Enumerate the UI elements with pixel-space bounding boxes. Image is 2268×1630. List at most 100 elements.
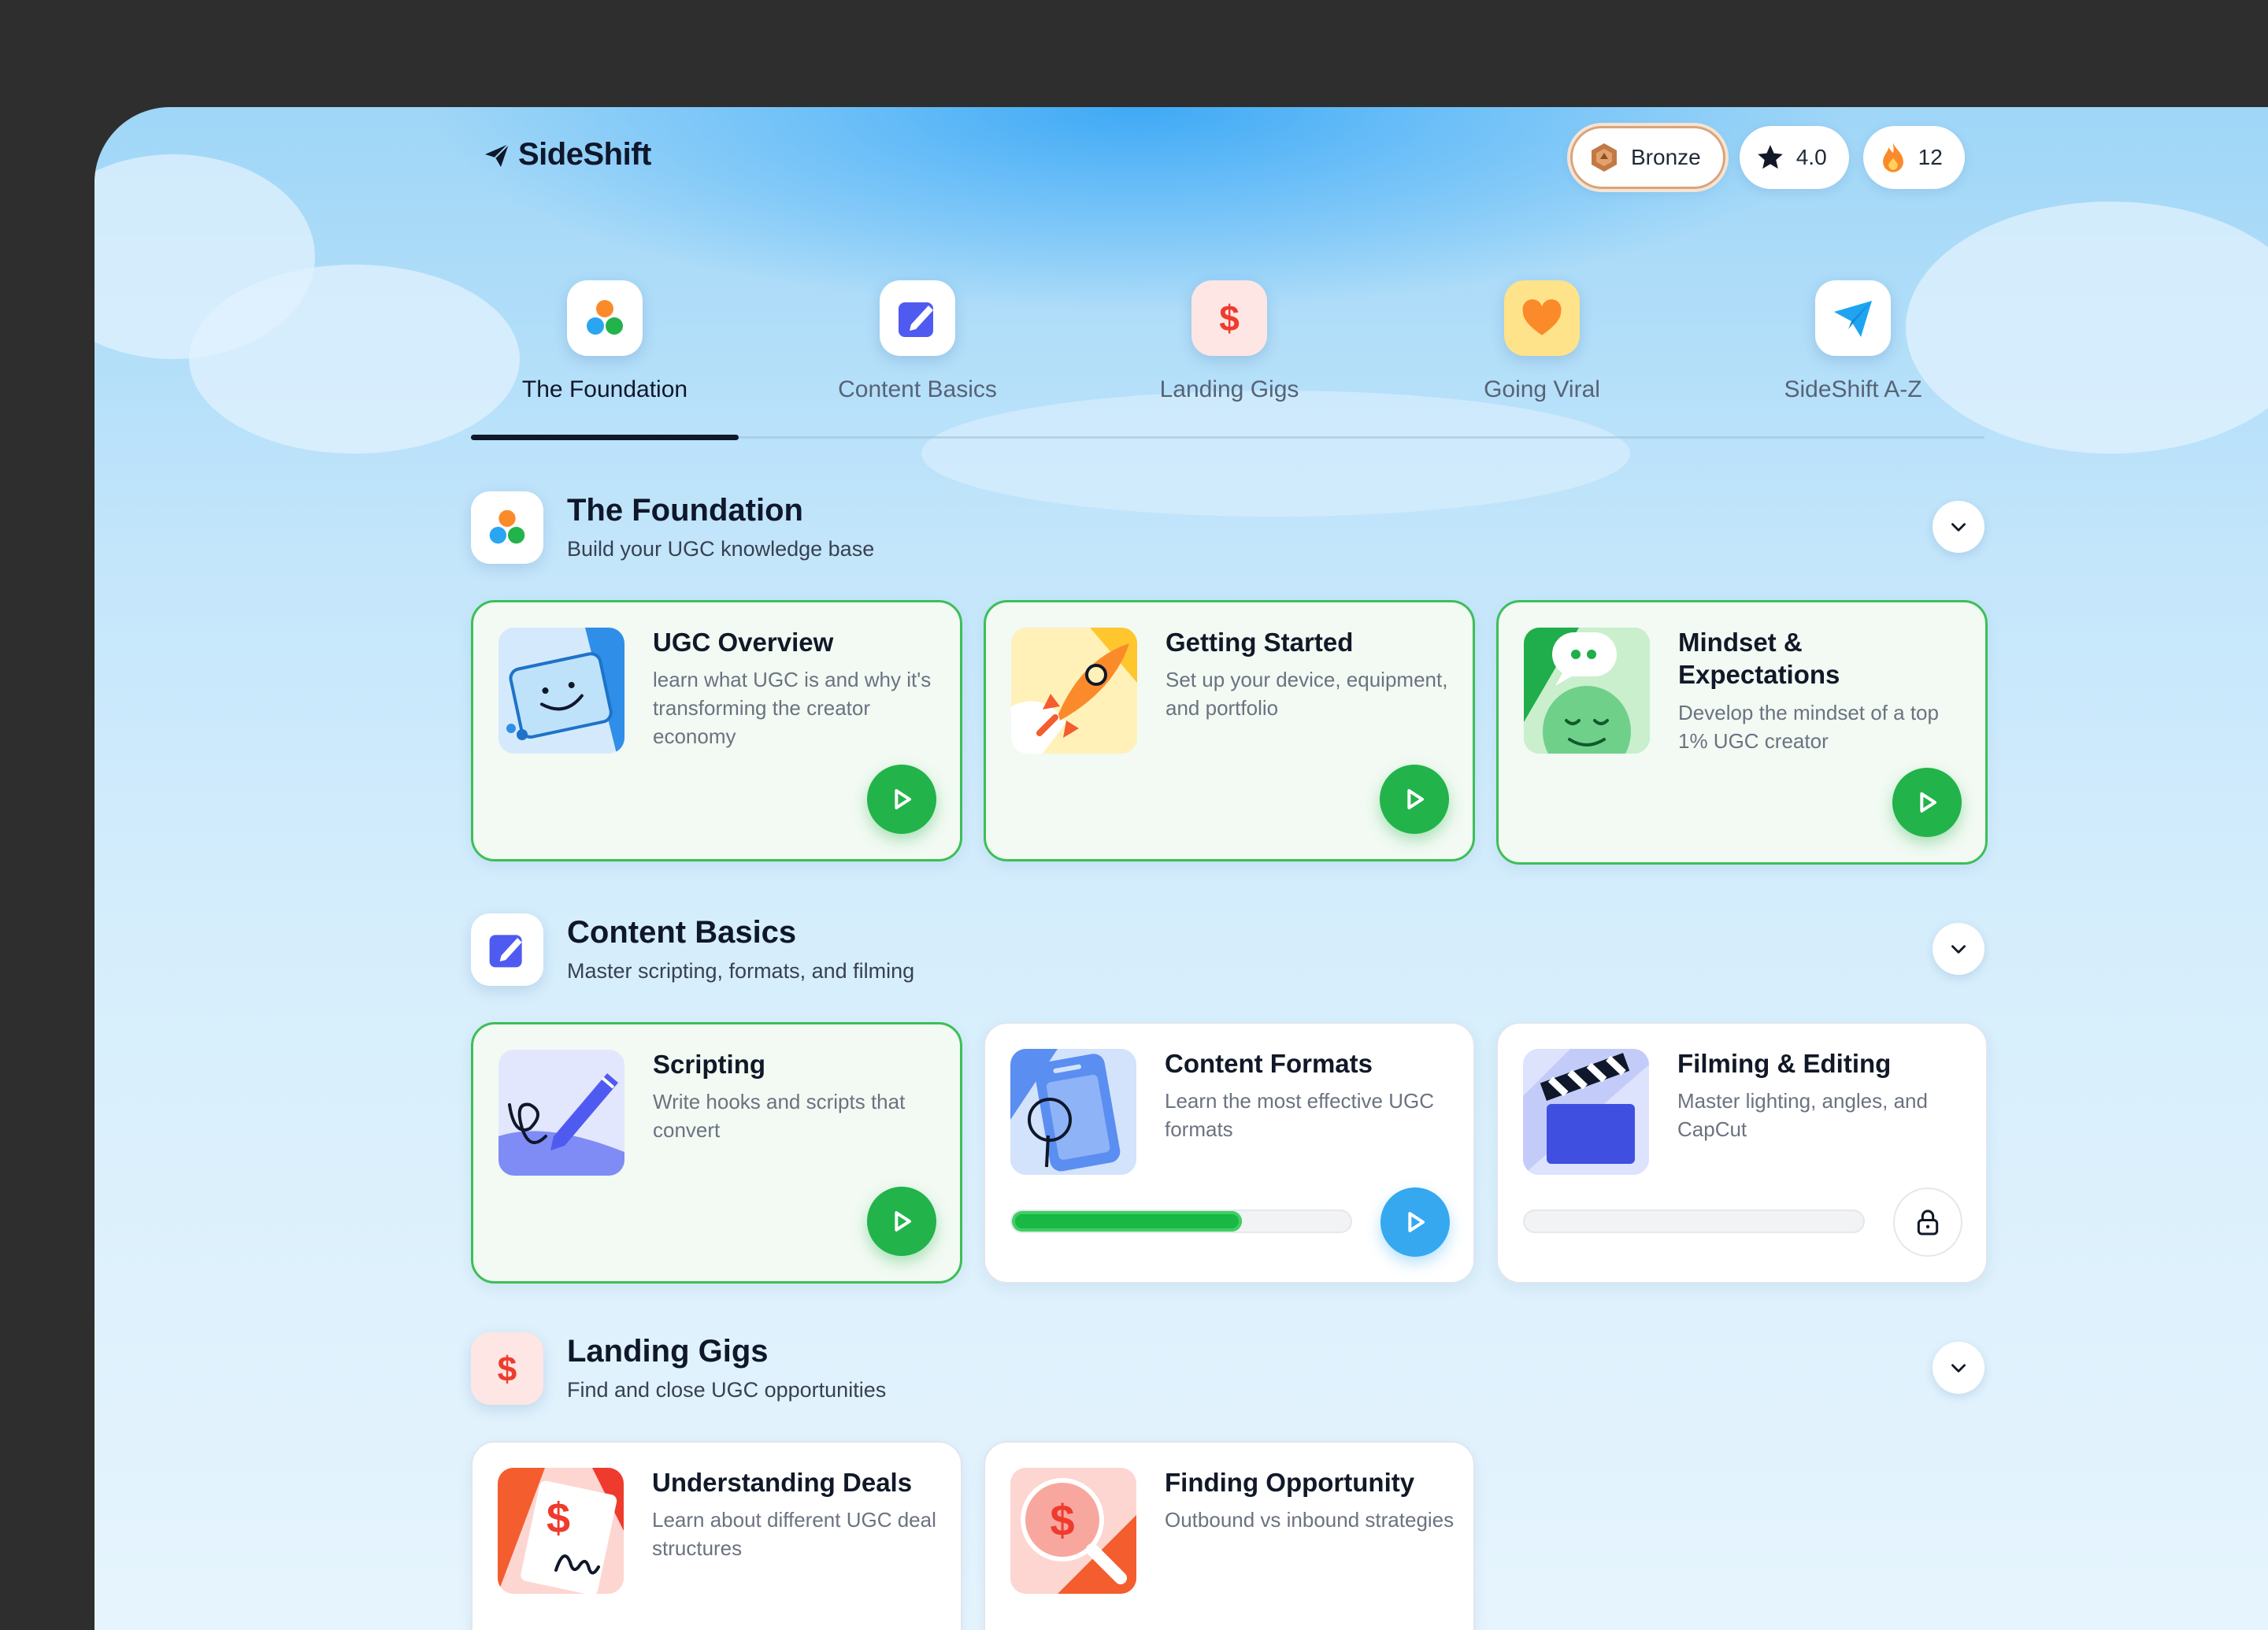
lesson-description: Learn about different UGC deal structure…	[652, 1508, 936, 1560]
section-icon: $	[471, 1332, 543, 1405]
play-button[interactable]	[1380, 765, 1449, 834]
lesson-card-filming-editing[interactable]: Filming & Editing Master lighting, angle…	[1496, 1022, 1988, 1284]
dots-icon	[489, 509, 525, 544]
magnifier-dollar-icon: $	[1010, 1468, 1136, 1594]
lesson-title: Finding Opportunity	[1165, 1468, 1415, 1497]
lesson-card-understanding-deals[interactable]: $ Understanding Deals Learn about differ…	[471, 1441, 962, 1630]
tab-label: Content Basics	[838, 376, 997, 402]
lesson-card-scripting[interactable]: Scripting Write hooks and scripts that c…	[471, 1022, 962, 1284]
section-header-foundation: The Foundation Build your UGC knowledge …	[471, 491, 1984, 570]
progress-bar	[1523, 1210, 1865, 1233]
lesson-card-ugc-overview[interactable]: UGC Overview learn what UGC is and why i…	[471, 600, 962, 861]
tier-badge[interactable]: Bronze	[1570, 126, 1725, 189]
chevron-down-icon	[1951, 523, 1966, 532]
tab-landing-gigs[interactable]: $ Landing Gigs	[1095, 280, 1363, 403]
dollar-icon: $	[1219, 298, 1240, 339]
tab-going-viral[interactable]: Going Viral	[1408, 280, 1676, 403]
section-header-content-basics: Content Basics Master scripting, formats…	[471, 913, 1984, 992]
play-button[interactable]	[867, 765, 936, 834]
phone-icon	[1010, 1049, 1136, 1175]
section-title: Content Basics	[567, 915, 797, 950]
tab-label: Going Viral	[1484, 376, 1600, 402]
tab-sideshift-a-z[interactable]: SideShift A-Z	[1719, 280, 1987, 403]
lesson-title: Understanding Deals	[652, 1468, 913, 1497]
collapse-button[interactable]	[1933, 501, 1984, 553]
lesson-description: Set up your device, equipment, and portf…	[1166, 668, 1448, 720]
pen-signature-icon	[498, 1050, 624, 1176]
section-subtitle: Build your UGC knowledge base	[567, 537, 875, 561]
section-title: The Foundation	[567, 493, 803, 528]
paper-plane-icon	[1834, 301, 1872, 337]
rocket-icon	[1011, 628, 1137, 754]
section-subtitle: Find and close UGC opportunities	[567, 1378, 887, 1402]
lesson-title: Content Formats	[1165, 1049, 1373, 1078]
play-button[interactable]	[867, 1187, 936, 1256]
lesson-thumbnail	[498, 1050, 624, 1176]
lesson-description: learn what UGC is and why it's transform…	[653, 668, 932, 748]
lesson-card-finding-opportunity[interactable]: $ Finding Opportunity Outbound vs inboun…	[984, 1441, 1475, 1630]
chevron-down-icon	[1951, 945, 1966, 954]
lesson-description: Master lighting, angles, and CapCut	[1677, 1089, 1928, 1141]
lesson-thumbnail	[498, 628, 624, 754]
play-icon	[1920, 792, 1936, 813]
brand-name: SideShift	[518, 137, 651, 172]
edit-icon	[489, 935, 522, 968]
play-icon	[895, 1211, 911, 1232]
rating-value: 4.0	[1796, 145, 1827, 169]
section-header-landing-gigs: $ Landing Gigs Find and close UGC opport…	[471, 1332, 1984, 1411]
rating-badge[interactable]: 4.0	[1739, 126, 1849, 189]
lesson-thumbnail	[1010, 1049, 1136, 1175]
chevron-down-icon	[1951, 1364, 1966, 1373]
dollar-icon: $	[498, 1350, 517, 1388]
status-pills: Bronze 4.0 12	[1570, 126, 1965, 189]
tab-icon	[880, 280, 955, 356]
flame-icon	[1882, 143, 1903, 172]
logo[interactable]: SideShift	[484, 137, 651, 172]
lesson-title: Getting Started	[1166, 628, 1354, 657]
progress-bar	[1010, 1210, 1352, 1233]
contract-icon: $	[498, 1468, 624, 1594]
section-title: Landing Gigs	[567, 1334, 769, 1369]
play-button[interactable]	[1380, 1187, 1450, 1257]
lesson-description: Write hooks and scripts that convert	[653, 1090, 906, 1142]
app-window: SideShift Bronze 4.0 12 The Foundation C…	[94, 107, 2268, 1630]
lesson-title: Mindset & Expectations	[1678, 628, 1840, 689]
lesson-thumbnail	[1524, 628, 1650, 754]
collapse-button[interactable]	[1933, 923, 1984, 975]
lesson-description: Outbound vs inbound strategies	[1165, 1508, 1455, 1532]
tab-icon	[567, 280, 643, 356]
play-icon	[1408, 1212, 1425, 1232]
tab-content-basics[interactable]: Content Basics	[784, 280, 1051, 403]
tab-icon	[1815, 280, 1891, 356]
lock-button[interactable]	[1893, 1187, 1962, 1257]
lesson-card-getting-started[interactable]: Getting Started Set up your device, equi…	[984, 600, 1475, 861]
tab-label: SideShift A-Z	[1784, 376, 1922, 402]
cloud-decoration	[189, 265, 520, 454]
streak-badge[interactable]: 12	[1862, 126, 1965, 189]
smiley-screen-icon	[498, 628, 624, 754]
play-icon	[895, 789, 911, 809]
tab-label: The Foundation	[521, 376, 688, 402]
lesson-description: Learn the most effective UGC formats	[1165, 1089, 1435, 1141]
tab-label: Landing Gigs	[1159, 376, 1299, 402]
heart-icon	[1522, 299, 1562, 335]
star-icon	[1757, 145, 1783, 169]
lesson-card-mindset[interactable]: Mindset & Expectations Develop the minds…	[1496, 600, 1988, 865]
play-button[interactable]	[1892, 768, 1962, 837]
section-subtitle: Master scripting, formats, and filming	[567, 959, 915, 983]
lock-icon	[1917, 1210, 1939, 1235]
bronze-medal-icon	[1592, 143, 1617, 172]
lesson-card-content-formats[interactable]: Content Formats Learn the most effective…	[984, 1022, 1475, 1284]
svg-text:$: $	[1050, 1495, 1074, 1545]
tab-the-foundation[interactable]: The Foundation	[471, 280, 739, 403]
section-icon	[471, 913, 543, 986]
tab-icon: $	[1191, 280, 1267, 356]
thinking-face-icon	[1524, 628, 1650, 754]
collapse-button[interactable]	[1933, 1342, 1984, 1394]
lesson-title: Scripting	[653, 1050, 766, 1079]
lesson-thumbnail	[1523, 1049, 1649, 1175]
tier-label: Bronze	[1631, 145, 1701, 169]
section-icon	[471, 491, 543, 564]
edit-icon	[899, 302, 933, 337]
svg-text:$: $	[547, 1495, 570, 1542]
